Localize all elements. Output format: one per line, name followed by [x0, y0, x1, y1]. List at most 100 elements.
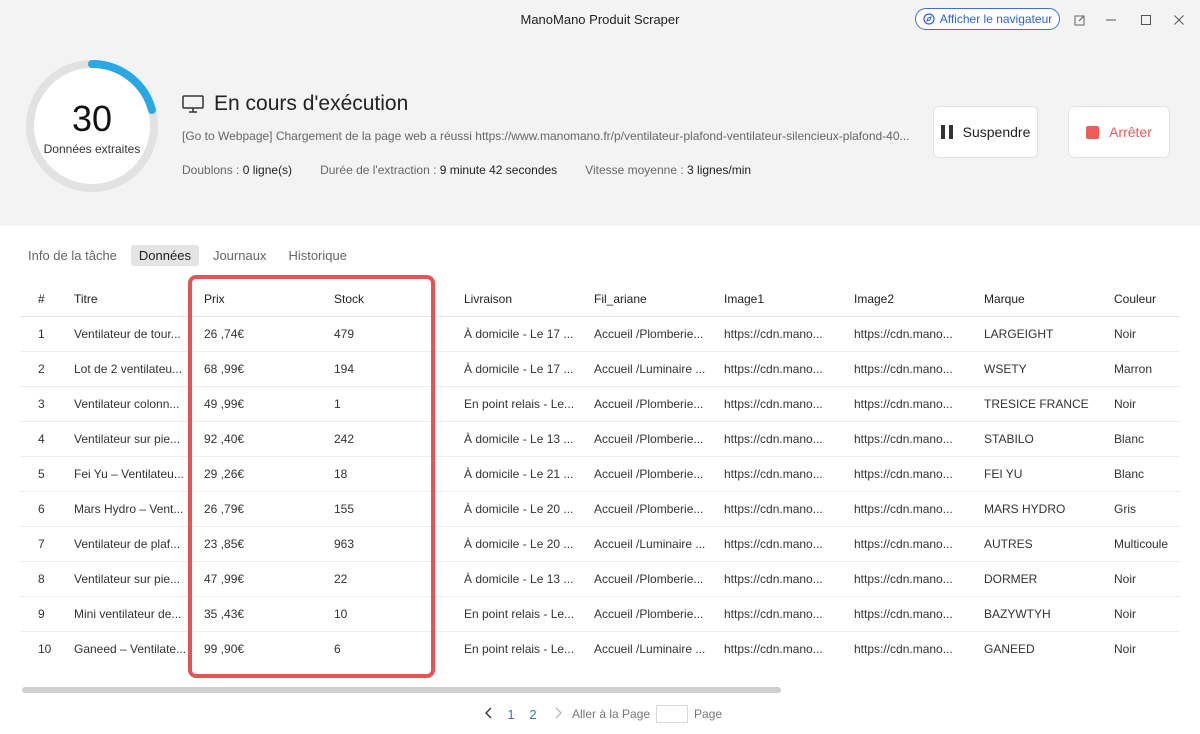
- close-icon[interactable]: [1167, 8, 1191, 32]
- tab-history[interactable]: Historique: [280, 245, 355, 266]
- cell-titre: Fei Yu – Ventilateu...: [74, 467, 184, 481]
- table-row[interactable]: 8 Ventilateur sur pie... 47 ,99€ 22 À domici…: [20, 562, 1180, 597]
- cell-fil-ariane: Accueil /Luminaire ...: [594, 642, 706, 656]
- cell-prix: 35 ,43€: [204, 607, 245, 621]
- column-header-titre[interactable]: Titre: [74, 281, 186, 316]
- column-header-prix[interactable]: Prix: [204, 281, 314, 316]
- cell-image1: https://cdn.mano...: [724, 642, 823, 656]
- minimize-icon[interactable]: [1099, 8, 1123, 32]
- cell-marque: FEI YU: [984, 467, 1023, 481]
- column-header-livraison[interactable]: Livraison: [464, 281, 576, 316]
- cell-index: 4: [38, 432, 45, 446]
- status-title: En cours d'exécution: [214, 92, 409, 115]
- cell-prix: 68 ,99€: [204, 362, 245, 376]
- cell-titre: Ventilateur sur pie...: [74, 432, 181, 446]
- table-row[interactable]: 1 Ventilateur de tour... 26 ,74€ 479 À domic…: [20, 317, 1180, 352]
- pause-button[interactable]: Suspendre: [933, 106, 1038, 158]
- maximize-icon[interactable]: [1134, 8, 1158, 32]
- cell-index: 6: [38, 502, 45, 516]
- task-status-panel: 30 Données extraites En cours d'exécutio…: [0, 40, 1200, 226]
- cell-image1: https://cdn.mano...: [724, 397, 823, 411]
- cell-couleur: Noir: [1114, 642, 1137, 656]
- show-browser-button[interactable]: Afficher le navigateur: [915, 8, 1060, 30]
- cell-fil-ariane: Accueil /Plomberie...: [594, 572, 704, 586]
- cell-prix: 47 ,99€: [204, 572, 245, 586]
- duration-stat: Durée de l'extraction : 9 minute 42 seco…: [320, 163, 558, 177]
- compass-icon: [923, 13, 935, 25]
- cell-marque: MARS HYDRO: [984, 502, 1066, 516]
- next-page-icon[interactable]: [544, 707, 572, 722]
- column-header-marque[interactable]: Marque: [984, 281, 1104, 316]
- duplicates-stat: Doublons : 0 ligne(s): [182, 163, 293, 177]
- horizontal-scrollbar[interactable]: [22, 687, 781, 693]
- title-bar: ManoMano Produit Scraper Afficher le nav…: [0, 0, 1200, 40]
- cell-titre: Lot de 2 ventilateu...: [74, 362, 183, 376]
- cell-image2: https://cdn.mano...: [854, 397, 953, 411]
- cell-image1: https://cdn.mano...: [724, 467, 823, 481]
- goto-page-input[interactable]: [656, 705, 689, 723]
- goto-label: Aller à la Page: [572, 707, 651, 721]
- column-header-fil-ariane[interactable]: Fil_ariane: [594, 281, 706, 316]
- cell-couleur: Noir: [1114, 397, 1137, 411]
- stop-button[interactable]: Arrêter: [1068, 106, 1170, 158]
- cell-image1: https://cdn.mano...: [724, 362, 823, 376]
- pause-label: Suspendre: [962, 124, 1031, 140]
- table-row[interactable]: 6 Mars Hydro – Vent... 26 ,79€ 155 À domicil…: [20, 492, 1180, 527]
- cell-index: 8: [38, 572, 45, 586]
- column-header-stock[interactable]: Stock: [334, 281, 444, 316]
- cell-livraison: À domicile - Le 17 ...: [464, 327, 574, 341]
- cell-image2: https://cdn.mano...: [854, 502, 953, 516]
- table-row[interactable]: 7 Ventilateur de plaf... 23 ,85€ 963 À domic…: [20, 527, 1180, 562]
- stats-row: Doublons : 0 ligne(s) Durée de l'extract…: [182, 163, 751, 177]
- column-header-image1[interactable]: Image1: [724, 281, 836, 316]
- cell-index: 2: [38, 362, 45, 376]
- cell-stock: 479: [334, 327, 355, 341]
- status-heading: En cours d'exécution: [182, 92, 408, 116]
- tab-task-info[interactable]: Info de la tâche: [20, 245, 125, 266]
- cell-prix: 49 ,99€: [204, 397, 245, 411]
- tab-data[interactable]: Données: [130, 245, 199, 266]
- page-1[interactable]: 1: [500, 707, 522, 722]
- cell-titre: Ventilateur de plaf...: [74, 537, 181, 551]
- monitor-icon: [182, 95, 204, 113]
- table-row[interactable]: 4 Ventilateur sur pie... 92 ,40€ 242 À domic…: [20, 422, 1180, 457]
- show-browser-label: Afficher le navigateur: [939, 12, 1053, 26]
- cell-fil-ariane: Accueil /Plomberie...: [594, 397, 704, 411]
- table-row[interactable]: 9 Mini ventilateur de... 35 ,43€ 10 En point…: [20, 597, 1180, 632]
- table-row[interactable]: 10 Ganeed – Ventilate... 99 ,90€ 6 En point …: [20, 632, 1180, 666]
- cell-stock: 242: [334, 432, 355, 446]
- extracted-count: 30: [71, 98, 113, 139]
- cell-titre: Ventilateur de tour...: [74, 327, 181, 341]
- cell-stock: 18: [334, 467, 348, 481]
- column-header-couleur[interactable]: Couleur: [1114, 281, 1180, 316]
- table-row[interactable]: 2 Lot de 2 ventilateu... 68 ,99€ 194 À domic…: [20, 352, 1180, 387]
- tab-logs[interactable]: Journaux: [205, 245, 274, 266]
- cell-index: 9: [38, 607, 45, 621]
- table-row[interactable]: 5 Fei Yu – Ventilateu... 29 ,26€ 18 À domici…: [20, 457, 1180, 492]
- prev-page-icon[interactable]: [478, 707, 500, 722]
- cell-image2: https://cdn.mano...: [854, 327, 953, 341]
- cell-prix: 92 ,40€: [204, 432, 245, 446]
- cell-fil-ariane: Accueil /Plomberie...: [594, 327, 704, 341]
- edit-icon[interactable]: [1068, 8, 1092, 32]
- cell-titre: Ventilateur colonn...: [74, 397, 180, 411]
- cell-livraison: À domicile - Le 13 ...: [464, 572, 574, 586]
- cell-fil-ariane: Accueil /Plomberie...: [594, 502, 704, 516]
- cell-marque: STABILO: [984, 432, 1034, 446]
- table-row[interactable]: 3 Ventilateur colonn... 49 ,99€ 1 En point r…: [20, 387, 1180, 422]
- cell-image1: https://cdn.mano...: [724, 607, 823, 621]
- cell-livraison: En point relais - Le...: [464, 397, 575, 411]
- cell-prix: 23 ,85€: [204, 537, 245, 551]
- pause-icon: [940, 125, 953, 139]
- cell-stock: 10: [334, 607, 348, 621]
- cell-livraison: En point relais - Le...: [464, 642, 575, 656]
- cell-image2: https://cdn.mano...: [854, 572, 953, 586]
- stop-icon: [1086, 125, 1100, 139]
- column-header-image2[interactable]: Image2: [854, 281, 966, 316]
- cell-index: 7: [38, 537, 45, 551]
- column-header-index[interactable]: #: [38, 281, 66, 316]
- page-2[interactable]: 2: [522, 707, 544, 722]
- cell-couleur: Blanc: [1114, 432, 1145, 446]
- cell-image1: https://cdn.mano...: [724, 502, 823, 516]
- cell-fil-ariane: Accueil /Plomberie...: [594, 607, 704, 621]
